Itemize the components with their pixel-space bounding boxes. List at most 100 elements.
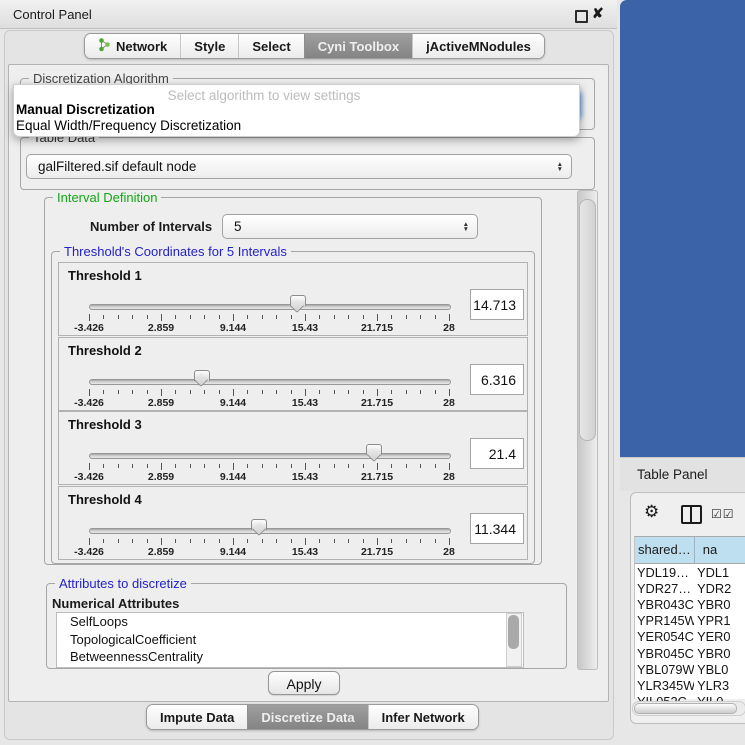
popup-item-manual-discretization[interactable]: Manual Discretization (16, 102, 155, 117)
slider-tick (247, 464, 248, 468)
checkboxes-icon[interactable]: ☑☑ (711, 507, 735, 521)
cell-name: YBL0 (694, 662, 745, 677)
slider-tick (391, 464, 392, 468)
slider-tick (247, 315, 248, 319)
network-icon (98, 37, 111, 55)
slider-track[interactable] (89, 528, 451, 534)
apply-button[interactable]: Apply (268, 671, 340, 695)
control-panel-titlebar: Control Panel ✘ (0, 0, 617, 29)
slider-tick (305, 314, 306, 321)
algorithm-placeholder-text: Select algorithm to view settings (14, 88, 514, 103)
slider-tick (435, 464, 436, 468)
tab-select[interactable]: Select (238, 34, 303, 58)
slider-track[interactable] (89, 453, 451, 459)
threshold-value-input[interactable]: 21.4 (470, 438, 524, 469)
slider-tick-label: 2.859 (148, 397, 174, 409)
slider-tick (420, 390, 421, 394)
attribute-item-betweennesscentrality[interactable]: BetweennessCentrality (57, 648, 523, 666)
slider-tick (406, 539, 407, 543)
slider-tick (132, 539, 133, 543)
network-view-window: GAL80GACGAL11GAL4GCY1HHAP2 (620, 0, 745, 457)
attribute-item-topologicalcoefficient[interactable]: TopologicalCoefficient (57, 631, 523, 649)
threshold-panel-4: Threshold 4-3.4262.8599.14415.4321.71528… (58, 486, 528, 560)
table-hscrollbar-thumb[interactable] (634, 703, 737, 714)
threshold-value-input[interactable]: 14.713 (470, 289, 524, 320)
threshold-value-input[interactable]: 11.344 (470, 513, 524, 544)
slider-tick (89, 314, 90, 321)
slider-tick (89, 538, 90, 545)
slider-tick (291, 464, 292, 468)
gear-icon[interactable]: ⚙ (644, 502, 659, 522)
slider-track[interactable] (89, 304, 451, 310)
columns-icon[interactable] (681, 505, 702, 524)
slider-tick-label: 9.144 (220, 322, 246, 334)
cell-name: YDL1 (694, 565, 745, 580)
slider-tick (391, 390, 392, 394)
slider-tick (319, 315, 320, 319)
float-window-icon[interactable] (575, 10, 588, 23)
table-row[interactable]: YBR043CYBR0 (635, 596, 745, 612)
slider-tick (147, 390, 148, 394)
attributes-scrollbar-thumb[interactable] (508, 615, 519, 649)
slider-tick (420, 464, 421, 468)
tab-label: Discretize Data (261, 710, 354, 725)
cell-shared-name: YPR145W (635, 613, 694, 628)
table-row[interactable]: YDR27…YDR2 (635, 580, 745, 596)
tab-cyni-toolbox[interactable]: Cyni Toolbox (304, 34, 412, 58)
slider-tick-label: 2.859 (148, 546, 174, 558)
slider-thumb[interactable] (290, 295, 306, 306)
table-row[interactable]: YBL079WYBL0 (635, 661, 745, 677)
tab-network[interactable]: Network (85, 34, 180, 58)
table-row[interactable]: YPR145WYPR1 (635, 613, 745, 629)
popup-item-equal-width-frequency[interactable]: Equal Width/Frequency Discretization (16, 118, 241, 133)
numerical-attributes-list[interactable]: SelfLoopsTopologicalCoefficientBetweenne… (56, 612, 524, 668)
slider-tick (449, 314, 450, 321)
slider-tick (449, 389, 450, 396)
node-table[interactable]: shared… na YDL19…YDL1YDR27…YDR2YBR043CYB… (634, 536, 745, 699)
threshold-label: Threshold 3 (68, 417, 142, 432)
slider-tick (103, 539, 104, 543)
slider-tick (161, 463, 162, 470)
slider-thumb[interactable] (251, 519, 267, 530)
slider-tick (420, 315, 421, 319)
slider-tick (190, 539, 191, 543)
table-data-combobox[interactable]: galFiltered.sif default node ▲▼ (26, 154, 572, 179)
combo-stepper-icon: ▲▼ (463, 222, 469, 232)
tab-infer-network[interactable]: Infer Network (368, 705, 478, 729)
table-row[interactable]: YBR045CYBR0 (635, 645, 745, 661)
algorithm-dropdown-popup: Select algorithm to view settings Manual… (13, 84, 580, 137)
table-row[interactable]: YLR345WYLR3 (635, 677, 745, 693)
threshold-value-input[interactable]: 6.316 (470, 364, 524, 395)
tab-impute-data[interactable]: Impute Data (147, 705, 247, 729)
slider-tick (348, 315, 349, 319)
slider-tick (406, 464, 407, 468)
cell-name: YBR0 (694, 646, 745, 661)
slider-thumb[interactable] (366, 444, 382, 455)
slider-tick-label: 2.859 (148, 471, 174, 483)
table-data-combo-value: galFiltered.sif default node (38, 159, 196, 174)
slider-tick (305, 389, 306, 396)
slider-tick-label: 15.43 (292, 397, 318, 409)
slider-tick (305, 538, 306, 545)
tab-jactivemnodules[interactable]: jActiveMNodules (412, 34, 544, 58)
number-of-intervals-combobox[interactable]: 5 ▲▼ (222, 214, 478, 239)
tab-style[interactable]: Style (180, 34, 238, 58)
slider-tick (219, 315, 220, 319)
slider-tick (103, 315, 104, 319)
attribute-item-selfloops[interactable]: SelfLoops (57, 613, 523, 631)
column-header-name[interactable]: na (695, 537, 745, 563)
settings-scrollbar-thumb[interactable] (579, 199, 596, 441)
slider-tick-label: 21.715 (361, 322, 393, 334)
slider-track[interactable] (89, 379, 451, 385)
tab-discretize-data[interactable]: Discretize Data (247, 705, 367, 729)
slider-tick (204, 390, 205, 394)
slider-thumb[interactable] (194, 370, 210, 381)
table-row[interactable]: YDL19…YDL1 (635, 564, 745, 580)
close-icon[interactable]: ✘ (592, 5, 604, 22)
table-row[interactable]: YER054CYER0 (635, 629, 745, 645)
slider-tick (377, 463, 378, 470)
cell-shared-name: YDR27… (635, 581, 694, 596)
slider-tick (132, 464, 133, 468)
slider-tick-label: 15.43 (292, 471, 318, 483)
column-header-shared-name[interactable]: shared… (635, 537, 695, 563)
